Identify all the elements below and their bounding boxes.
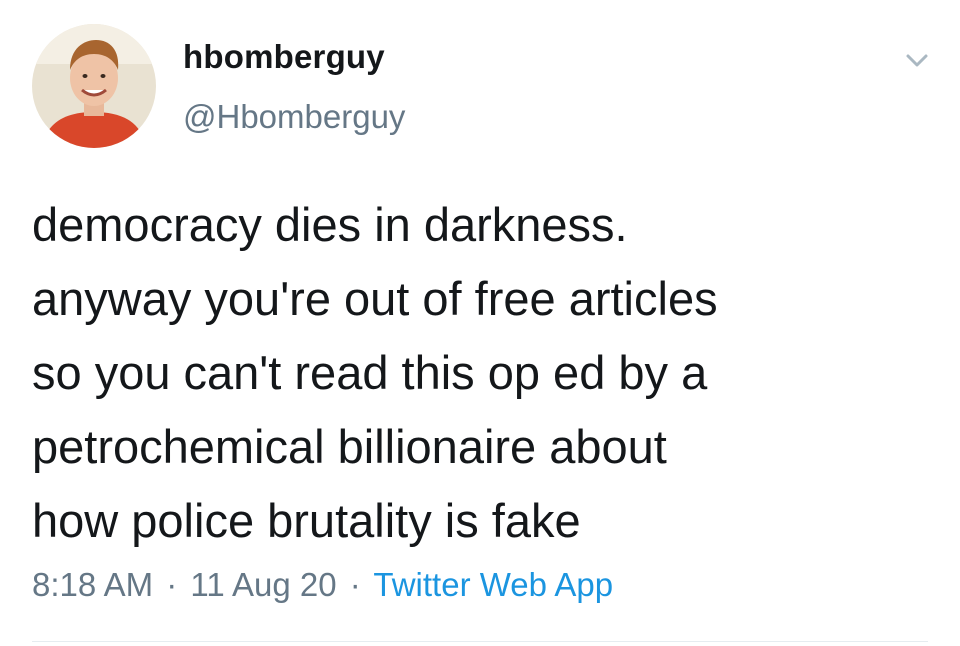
tweet-text-line: petrochemical billionaire about: [32, 420, 667, 473]
chevron-down-icon[interactable]: [897, 40, 937, 80]
tweet-date[interactable]: 11 Aug 20: [190, 566, 336, 603]
tweet-text: democracy dies in darkness. anyway you'r…: [32, 188, 932, 558]
meta-separator: ·: [349, 566, 361, 603]
tweet-card: hbomberguy @Hbomberguy democracy dies in…: [0, 0, 960, 646]
meta-separator: ·: [166, 566, 178, 603]
avatar-image: [32, 24, 156, 148]
tweet-text-line: so you can't read this op ed by a: [32, 346, 708, 399]
avatar[interactable]: [32, 24, 156, 148]
display-name[interactable]: hbomberguy: [183, 38, 385, 76]
tweet-text-line: democracy dies in darkness.: [32, 198, 628, 251]
divider: [32, 641, 928, 642]
tweet-time[interactable]: 8:18 AM: [32, 566, 153, 603]
tweet-source-link[interactable]: Twitter Web App: [373, 566, 613, 603]
tweet-metadata: 8:18 AM · 11 Aug 20 · Twitter Web App: [32, 566, 613, 604]
user-handle[interactable]: @Hbomberguy: [183, 98, 405, 136]
tweet-text-line: how police brutality is fake: [32, 494, 581, 547]
tweet-text-line: anyway you're out of free articles: [32, 272, 718, 325]
